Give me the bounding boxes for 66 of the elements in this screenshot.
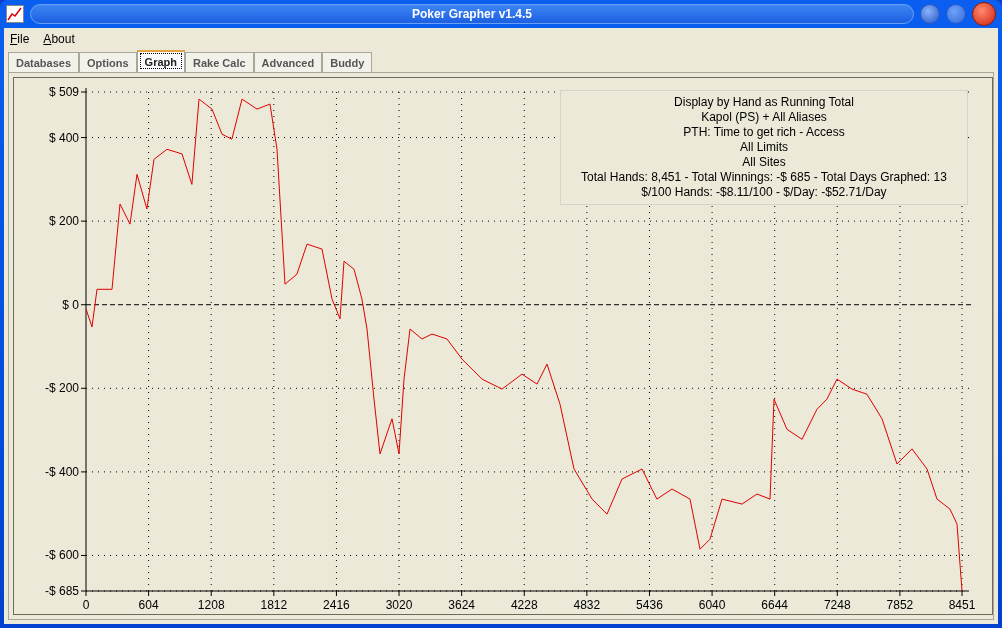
x-tick-label: 4228 <box>510 598 538 612</box>
x-tick <box>586 590 588 597</box>
y-tick-label: -$ 400 <box>44 464 79 479</box>
y-tick <box>80 304 87 306</box>
y-tick-label: $ 0 <box>62 297 79 312</box>
x-tick-label: 604 <box>138 598 159 612</box>
menu-item[interactable]: About <box>43 30 75 46</box>
x-tick-label: 1812 <box>260 598 288 612</box>
x-tick <box>85 590 87 597</box>
chart-icon <box>6 5 24 23</box>
close-button[interactable] <box>972 2 996 26</box>
y-tick <box>80 220 87 222</box>
y-tick <box>80 590 87 592</box>
x-tick <box>398 590 400 597</box>
tab[interactable]: Graph <box>136 50 185 72</box>
x-tick-label: 2416 <box>323 598 350 612</box>
info-line: All Limits <box>739 140 789 155</box>
y-tick <box>80 471 87 473</box>
y-tick-label: -$ 600 <box>44 548 79 563</box>
tab[interactable]: Databases <box>8 52 80 72</box>
x-tick <box>210 590 212 597</box>
x-tick <box>148 590 150 597</box>
info-line: All Sites <box>741 155 787 170</box>
maximize-button[interactable] <box>946 4 966 24</box>
info-line: Kapol (PS) + All Aliases <box>700 110 828 125</box>
x-tick <box>335 590 337 597</box>
y-tick <box>80 555 87 556</box>
y-tick-label: -$ 200 <box>44 381 79 396</box>
y-tick <box>80 91 87 93</box>
y-tick-label: $ 400 <box>48 130 79 145</box>
tab[interactable]: Advanced <box>253 52 323 72</box>
y-tick <box>80 137 87 139</box>
tab[interactable]: Options <box>79 52 137 72</box>
x-tick-label: 0 <box>82 598 90 612</box>
info-line: PTH: Time to get rich - Access <box>682 125 846 140</box>
x-tick-label: 4832 <box>573 598 601 612</box>
window-title: Poker Grapher v1.4.5 <box>30 4 914 24</box>
x-tick-label: 8451 <box>948 598 976 612</box>
x-tick <box>273 590 275 597</box>
tab[interactable]: Buddy <box>322 52 373 72</box>
x-tick-label: 1208 <box>197 598 225 612</box>
x-tick-label: 6644 <box>761 598 789 612</box>
x-tick <box>649 590 650 597</box>
x-tick-label: 5436 <box>636 598 663 612</box>
x-tick-label: 7248 <box>823 598 851 612</box>
minimize-button[interactable] <box>920 4 940 24</box>
x-tick <box>774 590 776 597</box>
tab[interactable]: Rake Calc <box>185 52 254 72</box>
x-tick-label: 6040 <box>698 598 726 612</box>
x-tick-label: 7852 <box>886 598 914 612</box>
y-tick-label: $ 509 <box>48 85 79 99</box>
x-tick <box>523 590 525 597</box>
info-line: Display by Hand as Running Total <box>673 95 855 110</box>
y-tick-label: -$ 685 <box>44 584 79 598</box>
x-tick-label: 3020 <box>385 598 413 612</box>
x-tick <box>461 590 463 597</box>
x-tick-label: 3624 <box>448 598 475 612</box>
info-line: $/100 Hands: -$8.11/100 - $/Day: -$52.71/Day <box>640 185 888 200</box>
x-tick <box>836 590 838 597</box>
y-tick <box>80 387 87 389</box>
x-tick <box>711 590 713 597</box>
x-tick <box>899 590 901 597</box>
x-tick <box>961 590 963 597</box>
y-tick-label: $ 200 <box>48 214 79 229</box>
menu-item[interactable]: File <box>10 30 30 46</box>
info-line: Total Hands: 8,451 - Total Winnings: -$ 685 - Total Days Graphed: 13 <box>580 170 948 185</box>
